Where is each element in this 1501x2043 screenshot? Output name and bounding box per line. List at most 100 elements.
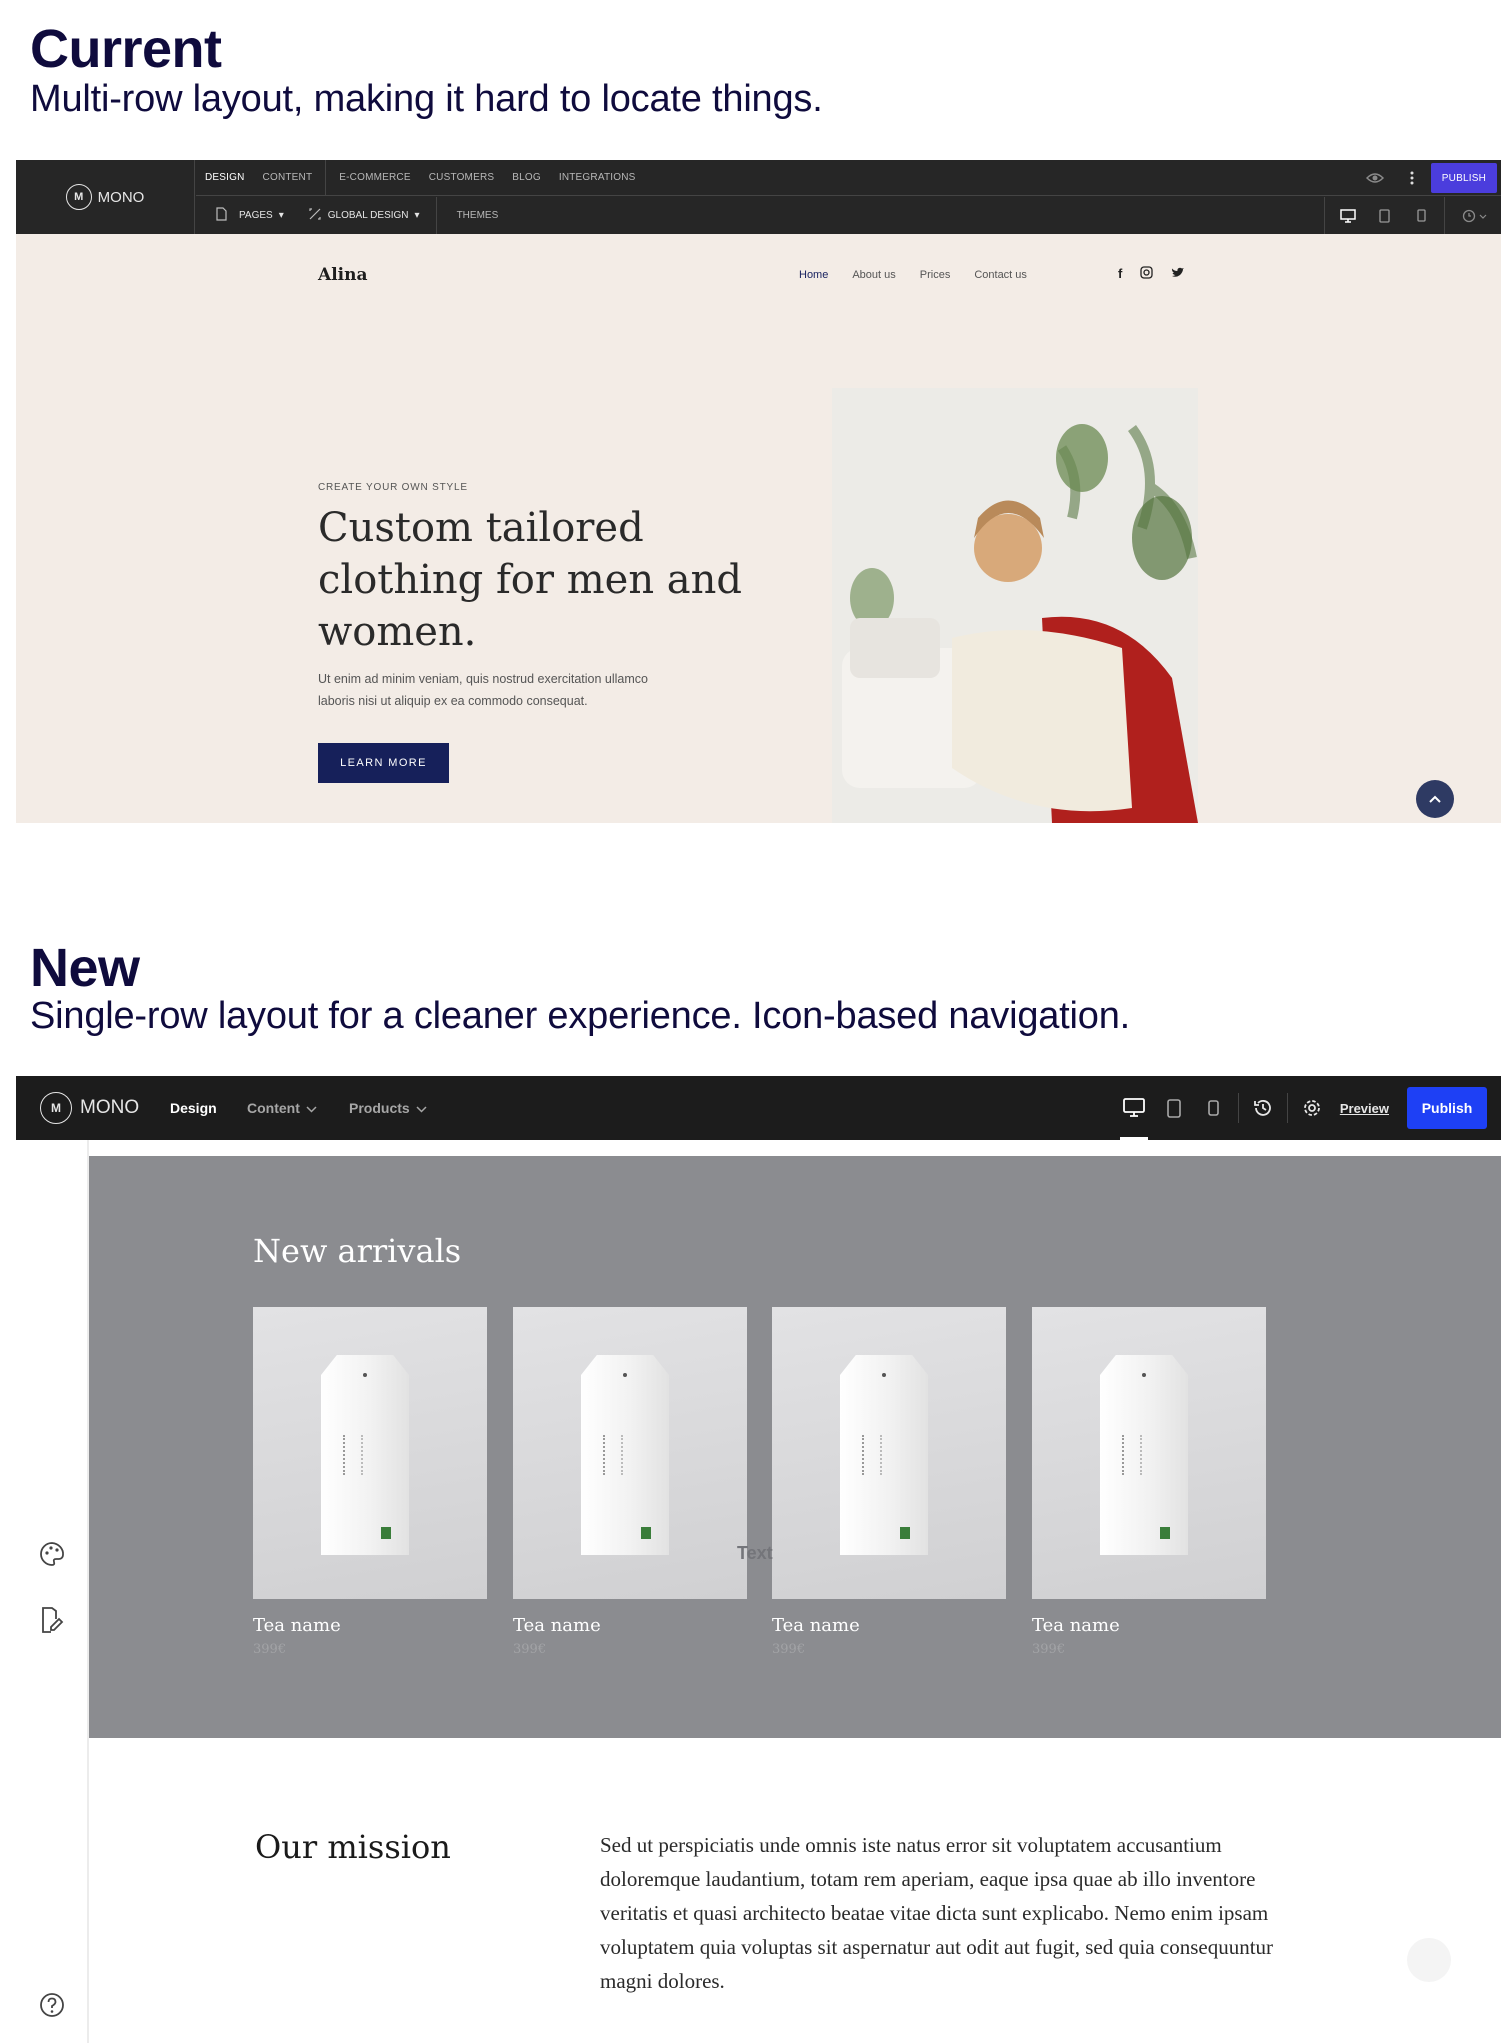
- hero-title: Custom tailored clothing for men and wom…: [318, 505, 743, 655]
- more-icon[interactable]: [1394, 160, 1431, 197]
- mission-text: Sed ut perspiciatis unde omnis iste natu…: [600, 1833, 1274, 1993]
- current-heading: Current: [30, 19, 222, 79]
- pages-label: PAGES: [239, 210, 273, 221]
- current-toolbar: M MONO DESIGN CONTENT E-COMMERCE CUSTOME…: [16, 160, 1501, 234]
- chevron-down-icon: [306, 1100, 317, 1116]
- product-card[interactable]: Tea name 399€: [1032, 1307, 1266, 1657]
- tea-pack-image: [1100, 1355, 1188, 1555]
- new-icon-sidebar: [16, 1140, 89, 2043]
- logo-mark-icon: M: [65, 184, 92, 210]
- mobile-icon[interactable]: [1403, 197, 1440, 234]
- new-toolbar-right: Preview Publish: [1114, 1076, 1487, 1140]
- edit-page-icon[interactable]: [36, 1604, 68, 1636]
- desktop-icon[interactable]: [1114, 1076, 1154, 1140]
- nav-home[interactable]: Home: [799, 269, 828, 281]
- current-editor-frame: M MONO DESIGN CONTENT E-COMMERCE CUSTOME…: [16, 160, 1501, 823]
- divider: [1324, 197, 1325, 234]
- tab-content[interactable]: CONTENT: [254, 160, 322, 196]
- divider: [1444, 197, 1445, 234]
- new-arrivals-title: New arrivals: [253, 1232, 462, 1270]
- tea-pack-image: [321, 1355, 409, 1555]
- twitter-icon[interactable]: [1171, 266, 1185, 282]
- hero-eyebrow: CREATE YOUR OWN STYLE: [318, 482, 468, 493]
- publish-button[interactable]: Publish: [1407, 1087, 1487, 1129]
- tea-pack-image: [581, 1355, 669, 1555]
- product-name: Tea name: [253, 1615, 341, 1636]
- tab-design[interactable]: Design: [170, 1076, 217, 1140]
- new-logo[interactable]: M MONO: [40, 1076, 139, 1140]
- themes-tab[interactable]: THEMES: [441, 197, 508, 234]
- new-site-preview: New arrivals Tea name 399€ Tea name 399€…: [89, 1156, 1501, 2043]
- site-social: f: [1118, 266, 1185, 282]
- preview-link[interactable]: Preview: [1340, 1101, 1389, 1116]
- page-icon: [216, 207, 227, 224]
- tab-design-label: Design: [170, 1100, 217, 1116]
- site-nav: Home About us Prices Contact us: [799, 269, 1027, 281]
- palette-icon[interactable]: [36, 1538, 68, 1570]
- chevron-down-icon: ▾: [414, 210, 420, 221]
- publish-button[interactable]: PUBLISH: [1430, 163, 1497, 193]
- product-price: 399€: [253, 1642, 287, 1657]
- nav-about[interactable]: About us: [852, 269, 895, 281]
- chevron-down-icon: [416, 1100, 427, 1116]
- tab-ecommerce[interactable]: E-COMMERCE: [330, 160, 419, 196]
- new-subheading: Single-row layout for a cleaner experien…: [30, 995, 1131, 1037]
- mission-title: Our mission: [255, 1828, 451, 1866]
- product-card[interactable]: Tea name 399€: [513, 1307, 747, 1657]
- current-subheading: Multi-row layout, making it hard to loca…: [30, 78, 823, 120]
- tab-blog[interactable]: BLOG: [503, 160, 550, 196]
- product-price: 399€: [772, 1642, 806, 1657]
- tablet-icon[interactable]: [1154, 1076, 1194, 1140]
- product-image: [513, 1307, 747, 1599]
- chevron-up-icon[interactable]: [1416, 780, 1454, 818]
- facebook-icon[interactable]: f: [1118, 266, 1122, 282]
- product-image: [253, 1307, 487, 1599]
- global-design-dropdown[interactable]: GLOBAL DESIGN ▾: [296, 197, 432, 234]
- tab-products[interactable]: Products: [349, 1076, 427, 1140]
- divider: [435, 197, 437, 234]
- tea-pack-image: [840, 1355, 928, 1555]
- product-price: 399€: [513, 1642, 547, 1657]
- new-toolbar: M MONO Design Content Products Preview P…: [16, 1076, 1501, 1140]
- current-toolbar-right: PUBLISH: [1357, 160, 1501, 196]
- drag-ghost-text: Text: [737, 1543, 773, 1563]
- product-name: Tea name: [1032, 1615, 1120, 1636]
- product-card[interactable]: Tea name 399€: [253, 1307, 487, 1657]
- hero-text: Ut enim ad minim veniam, quis nostrud ex…: [318, 672, 648, 708]
- scroll-top-button[interactable]: [1407, 1938, 1451, 1982]
- product-image: [1032, 1307, 1266, 1599]
- history-icon[interactable]: [1449, 197, 1501, 234]
- current-device-switcher: [1320, 197, 1501, 234]
- settings-icon[interactable]: [1292, 1076, 1332, 1140]
- product-price: 399€: [1032, 1642, 1066, 1657]
- instagram-icon[interactable]: [1140, 266, 1153, 282]
- tab-design[interactable]: DESIGN: [196, 160, 254, 196]
- current-logo[interactable]: M MONO: [16, 160, 195, 234]
- hero-photo: [832, 388, 1198, 823]
- mobile-icon[interactable]: [1194, 1076, 1234, 1140]
- tab-content[interactable]: Content: [247, 1076, 317, 1140]
- pages-dropdown[interactable]: PAGES ▾: [196, 197, 296, 234]
- divider: [1286, 1093, 1288, 1123]
- desktop-icon[interactable]: [1329, 197, 1366, 234]
- tab-customers[interactable]: CUSTOMERS: [420, 160, 504, 196]
- tab-content-label: Content: [247, 1100, 300, 1116]
- product-card[interactable]: Tea name 399€: [772, 1307, 1006, 1657]
- nav-contact[interactable]: Contact us: [974, 269, 1027, 281]
- eye-icon[interactable]: [1357, 160, 1394, 197]
- product-name: Tea name: [772, 1615, 860, 1636]
- help-icon[interactable]: [36, 1989, 68, 2021]
- tab-integrations[interactable]: INTEGRATIONS: [550, 160, 645, 196]
- site-brand[interactable]: Alina: [318, 265, 367, 285]
- product-image: [772, 1307, 1006, 1599]
- history-icon[interactable]: [1243, 1076, 1283, 1140]
- divider: [1237, 1093, 1239, 1123]
- nav-prices[interactable]: Prices: [920, 269, 951, 281]
- new-arrivals-section[interactable]: New arrivals Tea name 399€ Tea name 399€…: [89, 1156, 1501, 1738]
- new-heading-block: New Single-row layout for a cleaner expe…: [30, 937, 1130, 1038]
- current-site-preview: Alina Home About us Prices Contact us f …: [16, 234, 1501, 823]
- current-heading-block: Current Multi-row layout, making it hard…: [30, 18, 823, 121]
- tablet-icon[interactable]: [1366, 197, 1403, 234]
- learn-more-button[interactable]: LEARN MORE: [318, 743, 449, 783]
- logo-text: MONO: [97, 188, 145, 206]
